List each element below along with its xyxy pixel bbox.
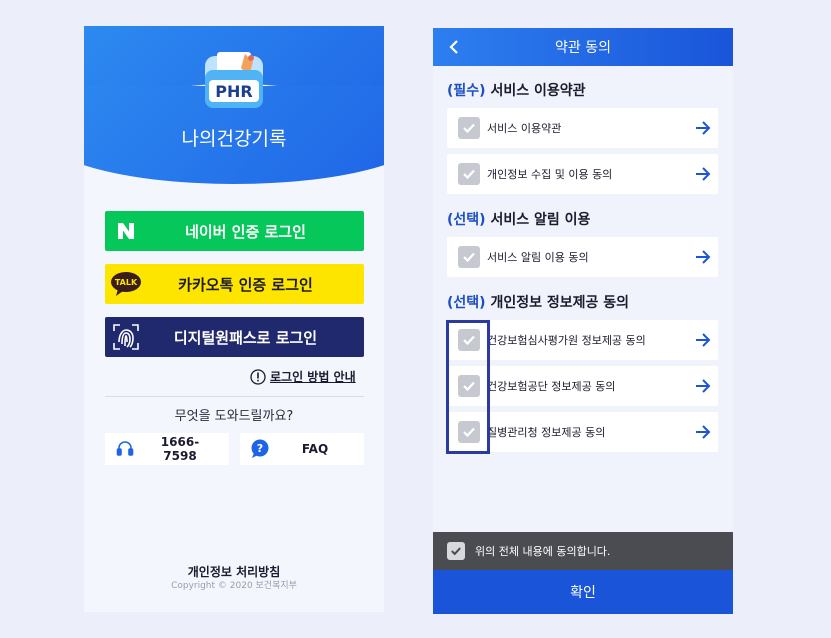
- login-screen: PHR 나의건강기록 네이버 인증 로그인 TALK 카카오톡 인증 로그인 디…: [84, 26, 384, 612]
- term-item[interactable]: 개인정보 수집 및 이용 동의: [447, 154, 718, 194]
- term-label: 건강보험심사평가원 정보제공 동의: [487, 334, 646, 347]
- faq-button[interactable]: ? FAQ: [240, 433, 364, 465]
- info-exclamation-icon: [250, 368, 266, 385]
- arrow-right-icon[interactable]: [688, 237, 718, 277]
- back-chevron-icon[interactable]: [443, 36, 465, 58]
- kakao-badge-text: TALK: [115, 278, 138, 287]
- section-title-text: 서비스 알림 이용: [490, 212, 591, 228]
- faq-label: FAQ: [301, 442, 329, 456]
- term-label: 개인정보 수집 및 이용 동의: [487, 168, 613, 181]
- faq-icon-glyph: ?: [257, 442, 263, 455]
- arrow-right-icon[interactable]: [688, 366, 718, 406]
- confirm-button[interactable]: 확인: [433, 570, 733, 614]
- checkbox-check-icon[interactable]: [458, 246, 480, 268]
- arrow-right-icon[interactable]: [688, 412, 718, 452]
- section-title-text: 서비스 이용약관: [490, 83, 586, 99]
- kakao-login-button[interactable]: TALK 카카오톡 인증 로그인: [105, 264, 364, 304]
- phone-number: 1666-7598: [160, 435, 200, 463]
- arrow-right-icon[interactable]: [688, 320, 718, 360]
- checkbox-check-icon[interactable]: [458, 163, 480, 185]
- call-center-button[interactable]: 1666-7598: [105, 433, 229, 465]
- section-tag: (선택): [447, 212, 486, 228]
- top-bar: 약관 동의: [433, 28, 733, 66]
- checkbox-check-icon[interactable]: [458, 117, 480, 139]
- kakao-login-label: 카카오톡 인증 로그인: [178, 275, 313, 294]
- login-guide-label: 로그인 방법 안내: [270, 370, 356, 384]
- agree-all-checkbox-icon[interactable]: [447, 542, 465, 560]
- arrow-right-icon[interactable]: [688, 154, 718, 194]
- copyright-text: Copyright © 2020 보건복지부: [171, 581, 297, 591]
- section-tag: (선택): [447, 295, 486, 311]
- section-title-required: (필수) 서비스 이용약관: [447, 80, 585, 100]
- agree-all-label: 위의 전체 내용에 동의합니다.: [475, 545, 611, 558]
- logo-text: PHR: [215, 82, 252, 101]
- term-label: 질병관리청 정보제공 동의: [487, 426, 606, 439]
- term-label: 건강보험공단 정보제공 동의: [487, 380, 616, 393]
- fingerprint-icon: [105, 317, 147, 357]
- section-title-notification: (선택) 서비스 알림 이용: [447, 209, 590, 229]
- term-label: 서비스 이용약관: [487, 122, 562, 135]
- agree-all-bar[interactable]: 위의 전체 내용에 동의합니다.: [433, 532, 733, 570]
- terms-screen: 약관 동의 (필수) 서비스 이용약관 서비스 이용약관 개인정보 수집 및 이…: [433, 28, 733, 614]
- checkbox-highlight-box: [446, 320, 490, 454]
- naver-login-button[interactable]: 네이버 인증 로그인: [105, 211, 364, 251]
- headset-icon: [105, 433, 145, 465]
- term-item[interactable]: 서비스 알림 이용 동의: [447, 237, 718, 277]
- divider: [105, 396, 364, 397]
- digital-onepass-label: 디지털원패스로 로그인: [173, 328, 318, 347]
- section-title-info-sharing: (선택) 개인정보 정보제공 동의: [447, 292, 629, 312]
- term-label: 서비스 알림 이용 동의: [487, 251, 589, 264]
- phr-logo-icon: PHR: [205, 52, 263, 108]
- app-title: 나의건강기록: [181, 128, 287, 150]
- arrow-right-icon[interactable]: [688, 108, 718, 148]
- naver-login-label: 네이버 인증 로그인: [185, 222, 306, 241]
- naver-n-icon: [105, 211, 147, 251]
- term-item[interactable]: 서비스 이용약관: [447, 108, 718, 148]
- digital-onepass-login-button[interactable]: 디지털원패스로 로그인: [105, 317, 364, 357]
- screen-title: 약관 동의: [555, 40, 611, 56]
- faq-bubble-icon: ?: [240, 433, 280, 465]
- section-tag: (필수): [447, 83, 486, 99]
- section-title-text: 개인정보 정보제공 동의: [490, 295, 629, 311]
- help-question: 무엇을 도와드릴까요?: [174, 409, 294, 424]
- kakao-talk-icon: TALK: [105, 264, 147, 304]
- login-guide-link[interactable]: 로그인 방법 안내: [250, 368, 356, 385]
